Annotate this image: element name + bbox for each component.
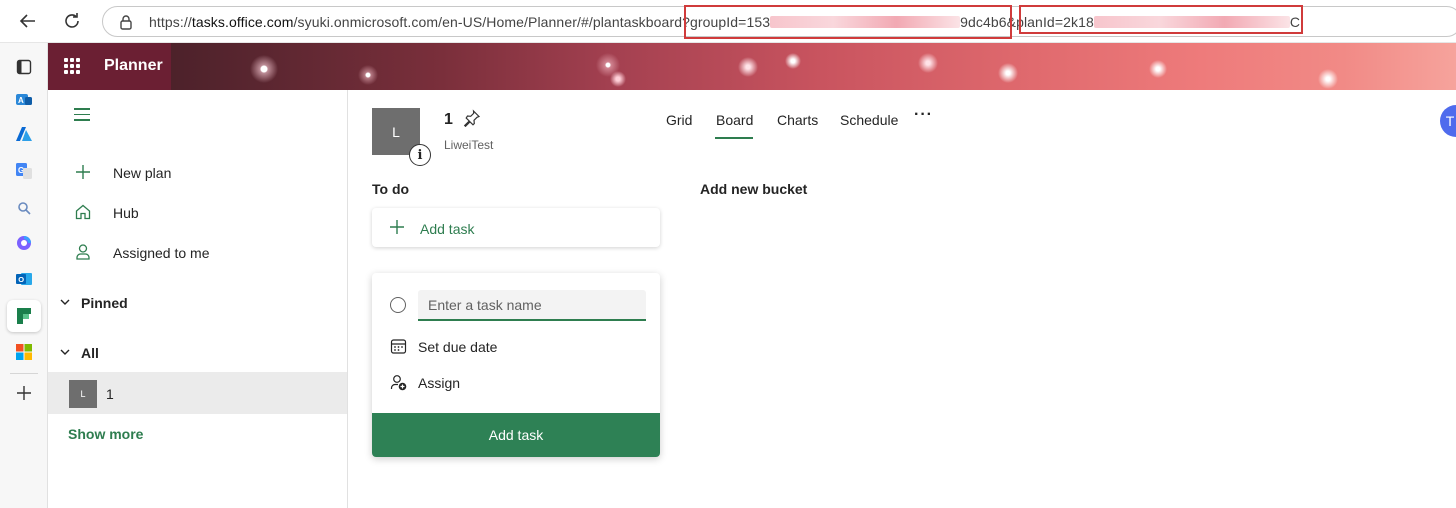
- bucket-title[interactable]: To do: [372, 181, 409, 197]
- nav-item-label: New plan: [113, 165, 172, 181]
- person-add-icon: [390, 375, 407, 391]
- svg-text:A: A: [18, 96, 24, 105]
- tab-schedule[interactable]: Schedule: [840, 112, 898, 128]
- plus-icon: [76, 165, 90, 179]
- back-arrow-icon: [19, 14, 35, 28]
- submit-add-task-button[interactable]: Add task: [372, 413, 660, 457]
- browser-sidebar: A G O: [0, 43, 48, 508]
- plus-icon: [390, 220, 404, 234]
- nav-item-hub[interactable]: Hub: [48, 193, 348, 233]
- all-section-header[interactable]: All: [48, 339, 348, 369]
- app-header: Planner: [48, 43, 1456, 90]
- assign-label: Assign: [418, 375, 461, 391]
- task-name-input[interactable]: [418, 290, 646, 321]
- search-icon[interactable]: [13, 197, 35, 219]
- back-button[interactable]: [14, 7, 42, 35]
- add-new-bucket-button[interactable]: Add new bucket: [700, 181, 807, 197]
- copilot-icon[interactable]: [13, 232, 35, 254]
- more-options-button[interactable]: ···: [914, 106, 933, 124]
- plan-info-icon[interactable]: i: [409, 144, 431, 166]
- microsoft-365-icon[interactable]: [13, 341, 35, 363]
- active-tab-indicator: [715, 137, 753, 139]
- pin-icon[interactable]: [463, 109, 481, 127]
- task-complete-radio[interactable]: [390, 297, 406, 313]
- browser-toolbar: https://tasks.office.com/syuki.onmicroso…: [0, 0, 1456, 43]
- tab-charts[interactable]: Charts: [777, 112, 818, 128]
- plan-id-highlight-box: [1019, 5, 1303, 34]
- show-more-link[interactable]: Show more: [68, 426, 143, 442]
- lock-icon: [120, 15, 132, 30]
- person-icon: [76, 244, 90, 260]
- translator-icon[interactable]: A: [13, 89, 35, 111]
- hamburger-menu-icon[interactable]: [74, 108, 90, 122]
- new-task-card: Set due date Assign Add task: [372, 273, 660, 457]
- add-task-label: Add task: [420, 221, 475, 237]
- app-launcher-icon[interactable]: [64, 58, 80, 74]
- tab-grid[interactable]: Grid: [666, 112, 692, 128]
- plan-avatar: L: [69, 380, 97, 408]
- app-title[interactable]: Planner: [104, 57, 163, 75]
- app-launcher-area: Planner: [48, 43, 171, 90]
- chevron-down-icon: [60, 349, 70, 355]
- home-icon: [75, 204, 91, 220]
- plan-title: 1: [444, 111, 453, 128]
- outlook-icon[interactable]: O: [13, 268, 35, 290]
- planner-icon[interactable]: [13, 305, 35, 327]
- azure-icon[interactable]: [13, 123, 35, 145]
- calendar-icon: [390, 339, 407, 354]
- svg-text:O: O: [18, 275, 24, 284]
- set-due-date-button[interactable]: Set due date: [390, 336, 630, 358]
- plan-list-item[interactable]: L 1: [48, 372, 347, 414]
- assign-button[interactable]: Assign: [390, 372, 630, 394]
- chevron-down-icon: [60, 299, 70, 305]
- refresh-icon: [65, 13, 79, 28]
- plan-list-item-name: 1: [106, 386, 114, 402]
- pinned-section-header[interactable]: Pinned: [48, 289, 348, 319]
- tab-board[interactable]: Board: [716, 112, 753, 128]
- add-task-button[interactable]: Add task: [372, 208, 660, 247]
- all-label: All: [81, 345, 99, 361]
- nav-item-assigned-to-me[interactable]: Assigned to me: [48, 233, 348, 273]
- google-translate-icon[interactable]: G: [13, 160, 35, 182]
- refresh-button[interactable]: [58, 7, 86, 35]
- nav-item-new-plan[interactable]: New plan: [48, 153, 348, 193]
- group-id-highlight-box: [684, 5, 1012, 39]
- left-nav: New plan Hub Assigned to me Pinned All L…: [48, 90, 348, 508]
- add-sidebar-app-icon[interactable]: [13, 382, 35, 404]
- pinned-label: Pinned: [81, 295, 128, 311]
- nav-item-label: Hub: [113, 205, 139, 221]
- tabs-icon[interactable]: [13, 56, 35, 78]
- plan-group-name: LiweiTest: [444, 138, 494, 152]
- nav-item-label: Assigned to me: [113, 245, 210, 261]
- sidebar-divider: [10, 373, 38, 374]
- avatar[interactable]: T: [1440, 105, 1456, 137]
- set-due-date-label: Set due date: [418, 339, 498, 355]
